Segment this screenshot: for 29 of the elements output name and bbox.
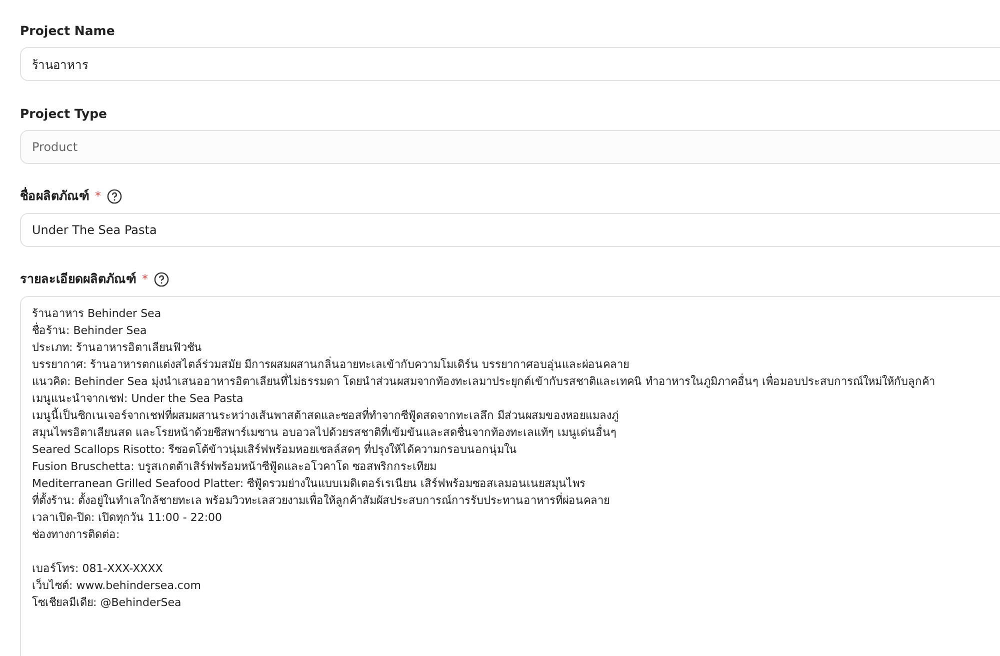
required-asterisk: * [95,189,101,203]
field-label: Project Name [20,22,115,38]
text-line: เว็บไซต์: www.behindersea.com [32,577,201,594]
input-field[interactable]: ร้านอาหาร [20,47,1000,81]
text-line: เมนูนี้เป็นซิกเนเจอร์จากเชฟที่ผสมผสานระหว่างเส้นพาสต้าสดและซอสที่ทำจากซีฟู้ดสดจากทะเลลึก มีส่วนผสมของหอยแมลงภู่ [32,407,618,424]
text-line: เมนูแนะนำจากเชฟ: Under the Sea Pasta [32,391,244,407]
text-line: Seared Scallops Risotto: รีซอตโต้ข้าวนุ่มเสิร์ฟพร้อมหอยเชลล์สดๆ ที่ปรุงให้ได้ความกรอบนอกนุ่มใน [32,441,518,458]
text-line: ประเภท: ร้านอาหารอิตาเลียนฟิวชัน [32,340,202,356]
text-line: แนวคิด: Behinder Sea มุ่งนำเสนออาหารอิตาเลียนที่ไม่ธรรมดา โดยนำส่วนผสมจากท้องทะเลมาประยุกต์เข้ากับรสชาติและเทคนิ ทำอาหารในภูมิภาคอื่นๆ เพื่อมอบประสบการณ์ใหม่ให้กับลูกค้า [32,373,935,390]
input-field[interactable]: Product [20,130,1000,164]
field-label: ชื่อผลิตภัณฑ์ [20,186,89,205]
field-label: Project Type [20,106,108,120]
text-line: เวลาเปิด-ปิด: เปิดทุกวัน 11:00 - 22:00 [32,510,222,526]
help-icon[interactable] [107,188,122,204]
field-label: รายละเอียดผลิตภัณฑ์ [20,270,136,288]
text-line: สมุนไพรอิตาเลียนสด และโรยหน้าด้วยชีสพาร์เมซาน อบอวลไปด้วยรสชาติที่เข้มข้นและสดชื่นจากท้องทะเลแท้ๆ เมนูเด่นอื่นๆ [32,424,616,441]
text-line: ที่ตั้งร้าน: ตั้งอยู่ในทำเลใกล้ชายทะเล พร้อมวิวทะเลสวยงามเพื่อให้ลูกค้าสัมผัสประสบการณ์การรับประทานอาหารที่ผ่อนคลาย [32,492,610,509]
text-line: บรรยากาศ: ร้านอาหารตกแต่งสไตล์ร่วมสมัย มีการผสมผสานกลิ่นอายทะเลเข้ากับความโมเดิร์น บรรยากาศอบอุ่นและผ่อนคลาย [32,356,630,373]
text-line: ชื่อร้าน: Behinder Sea [32,322,147,339]
input-field[interactable]: Under The Sea Pasta [20,213,1000,247]
text-line: Mediterranean Grilled Seafood Platter: ซีฟู้ดรวมย่างในแบบเมดิเตอร์เรเนียน เสิร์ฟพร้อมซอสเลมอนเนยสมุนไพร [32,476,586,492]
text-line: ร้านอาหาร Behinder Sea [32,306,162,322]
text-line: ช่องทางการติดต่อ: [32,527,120,543]
text-line: เบอร์โทร: 081-XXX-XXXX [32,561,163,577]
text-area[interactable] [20,296,1000,656]
required-asterisk: * [142,272,148,286]
text-line: Fusion Bruschetta: บรูสเกตต้าเสิร์ฟพร้อมหน้าซีฟู้ดและอโวคาโด ซอสพริกกระเทียม [32,459,436,475]
text-line: โซเชียลมีเดีย: @BehinderSea [32,595,182,611]
help-icon[interactable] [154,272,169,286]
